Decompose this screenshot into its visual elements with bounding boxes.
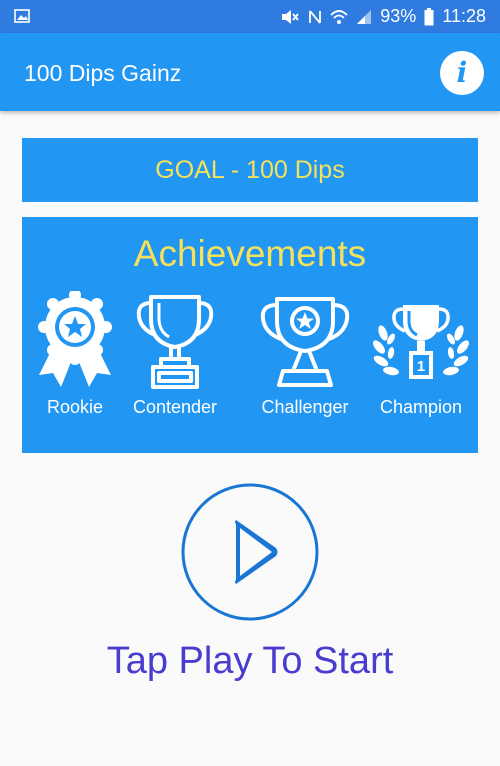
status-icons: 93% 11:28 [280, 0, 486, 33]
clock: 11:28 [442, 6, 486, 26]
badge-champion[interactable]: 1 Champion [366, 291, 476, 431]
play-icon [235, 520, 278, 584]
badge-label: Contender [132, 397, 218, 417]
info-button[interactable]: i [440, 51, 484, 95]
goal-text: GOAL - 100 Dips [155, 155, 345, 184]
app-title: 100 Dips Gainz [24, 60, 182, 86]
play-button[interactable] [180, 482, 320, 622]
tap-play-prompt: Tap Play To Start [106, 640, 394, 682]
badge-label: Champion [379, 397, 463, 417]
trophy-laurel-icon: 1 [373, 305, 469, 379]
achievements-panel: Achievements Rookie Contender Challenger… [22, 217, 478, 453]
goal-banner: GOAL - 100 Dips [22, 138, 478, 202]
app-bar: 100 Dips Gainz i [0, 33, 500, 111]
info-icon: i [456, 56, 468, 89]
badge-rookie[interactable]: Rookie [20, 291, 130, 431]
mute-icon [282, 9, 299, 24]
signal-icon [357, 9, 372, 24]
badge-challenger[interactable]: Challenger [250, 291, 360, 431]
trophy-outline-icon [136, 295, 214, 389]
badge-label: Challenger [261, 397, 349, 417]
trophy-star-icon [260, 297, 350, 387]
battery-icon [424, 7, 434, 25]
wifi-icon [330, 9, 348, 24]
status-bar: 93% 11:28 [0, 0, 500, 33]
achievements-title: Achievements [133, 233, 367, 274]
nfc-icon [309, 9, 322, 24]
champion-rank: 1 [417, 358, 425, 375]
badge-contender[interactable]: Contender [120, 291, 230, 431]
battery-percent: 93% [380, 6, 417, 26]
badge-label: Rookie [46, 397, 104, 417]
image-icon [14, 9, 30, 23]
rosette-icon [38, 291, 112, 387]
